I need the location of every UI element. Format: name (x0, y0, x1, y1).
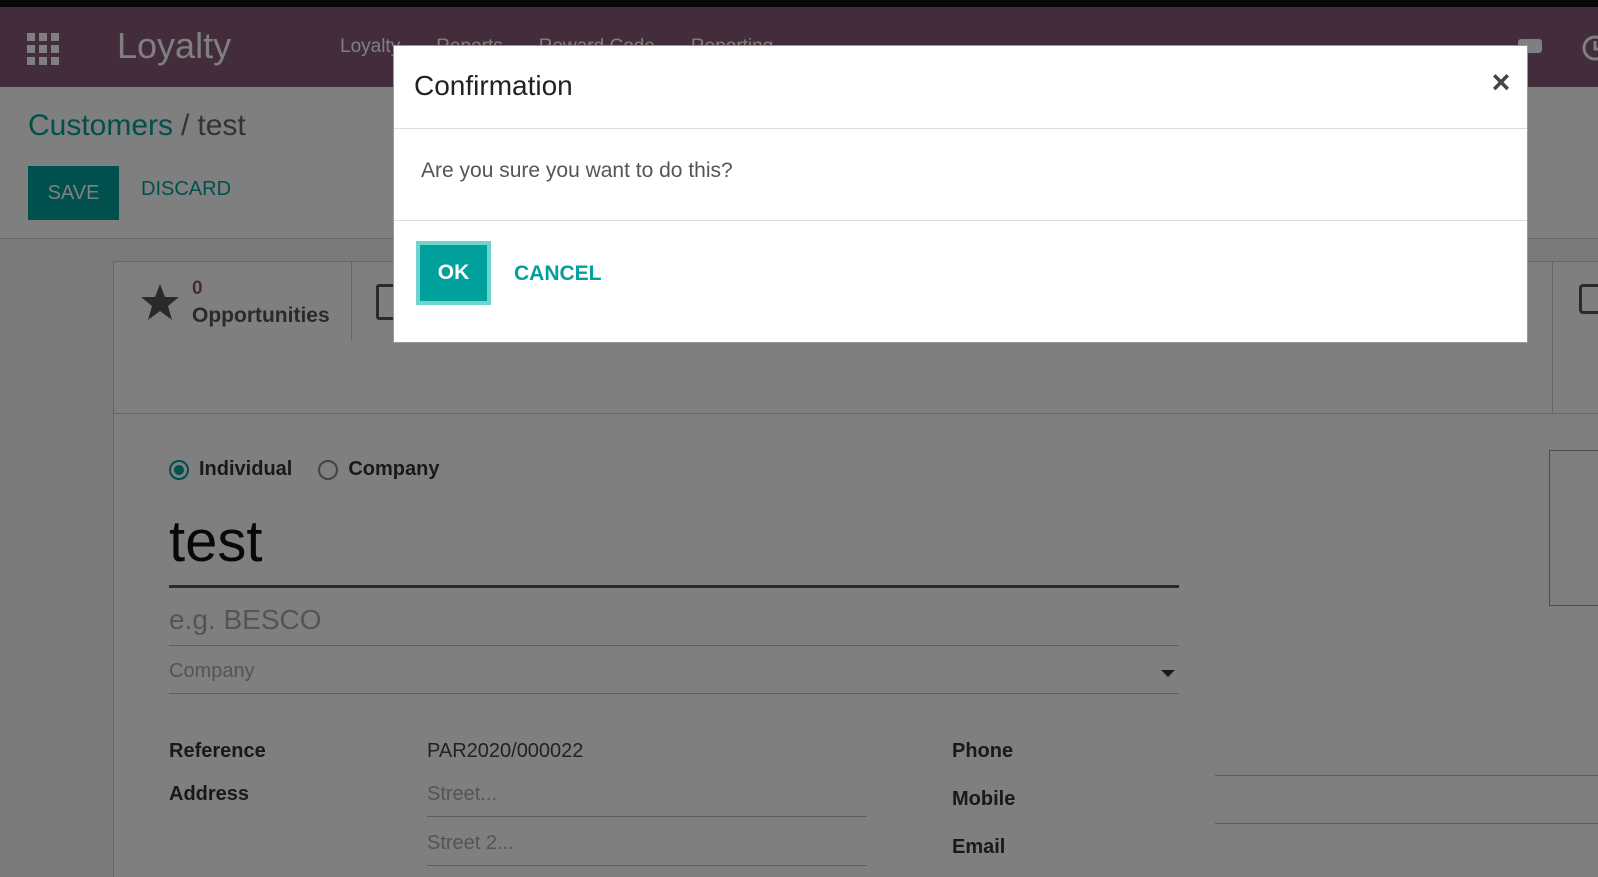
dialog-message: Are you sure you want to do this? (421, 159, 733, 182)
dialog-header: Confirmation × (394, 46, 1527, 129)
dialog-title: Confirmation (414, 70, 573, 101)
dialog-footer: OK CANCEL (394, 221, 1527, 342)
close-icon[interactable]: × (1487, 66, 1515, 98)
ok-button[interactable]: OK (416, 241, 491, 305)
dialog-body: Are you sure you want to do this? (394, 129, 1527, 221)
cancel-button[interactable]: CANCEL (514, 262, 602, 286)
confirmation-dialog: Confirmation × Are you sure you want to … (393, 45, 1528, 343)
